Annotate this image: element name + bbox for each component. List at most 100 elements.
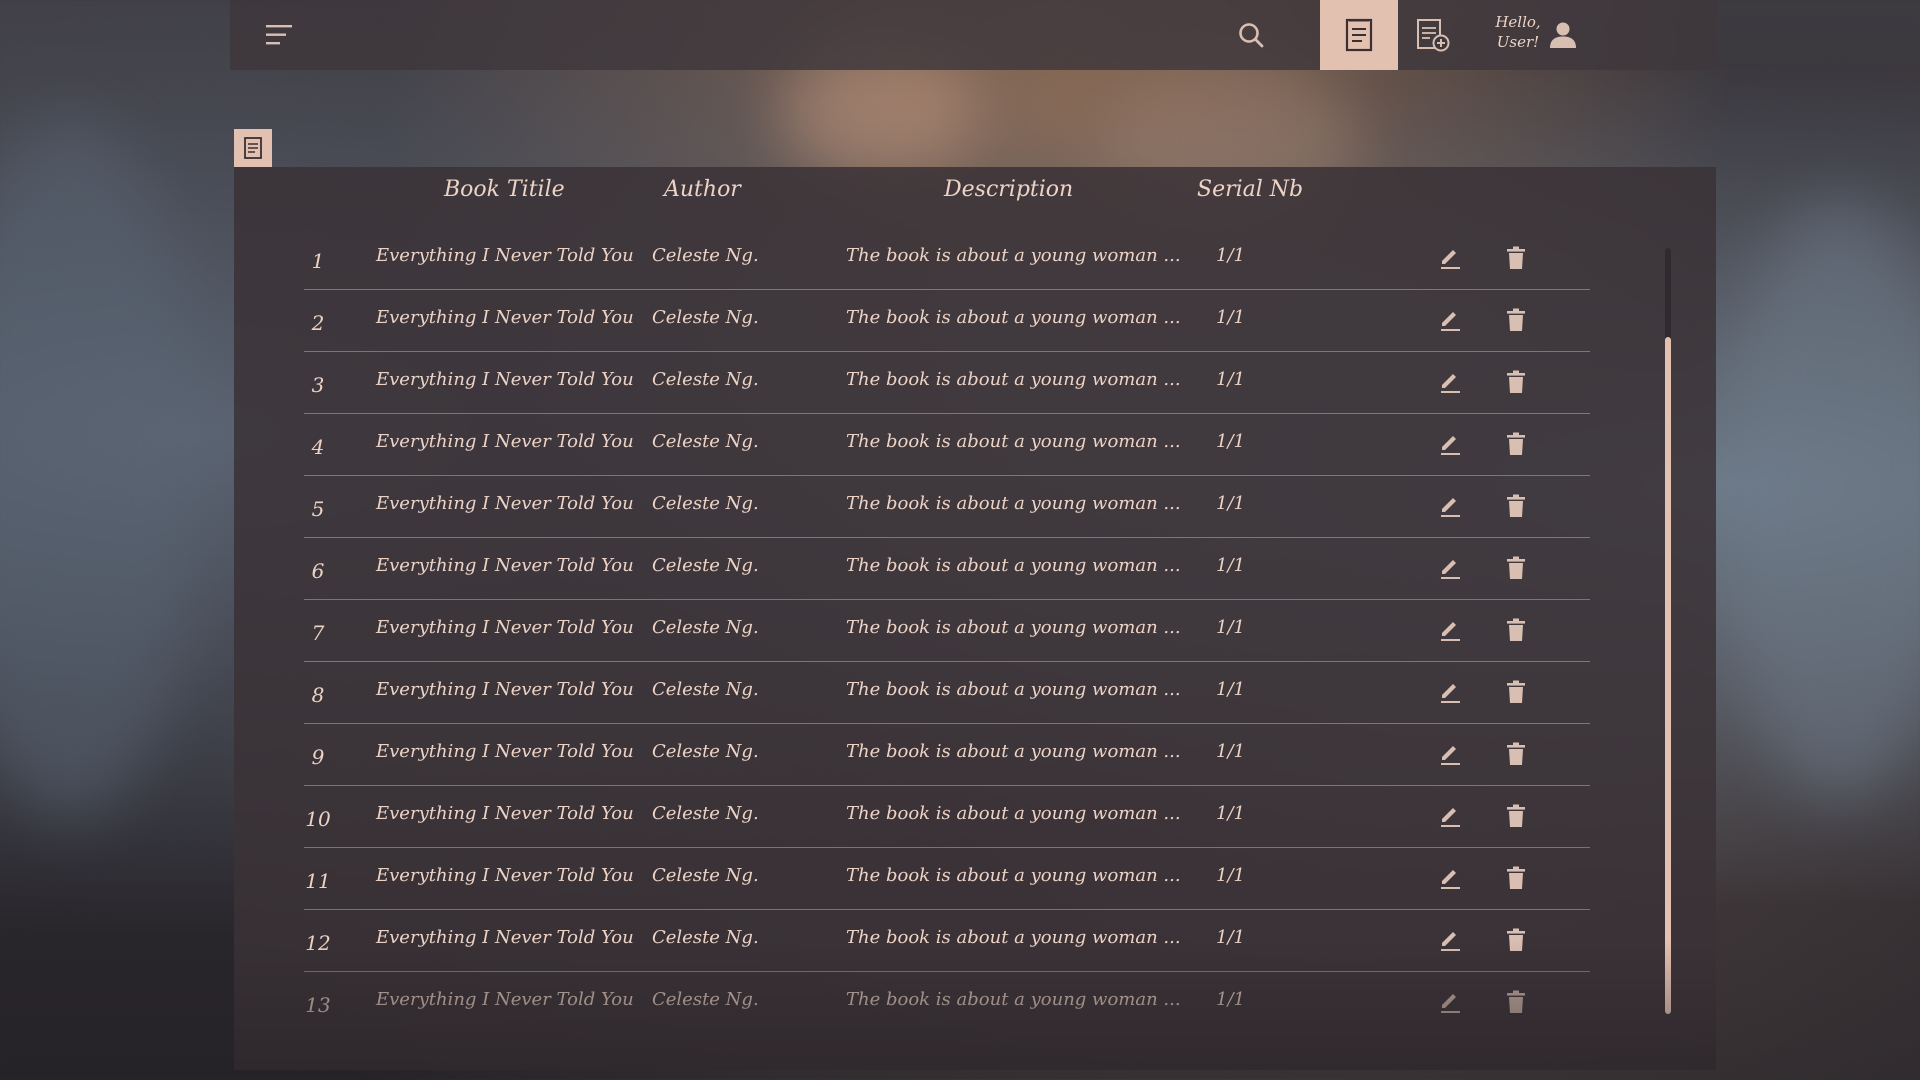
edit-button[interactable] (1435, 615, 1465, 645)
table-row[interactable]: 3 Everything I Never Told You Celeste Ng. T… (304, 351, 1590, 414)
row-number: 11 (305, 869, 331, 893)
table-row[interactable]: 12 Everything I Never Told You Celeste Ng.… (304, 909, 1590, 972)
serial-cell: 1/1 (1216, 493, 1245, 514)
delete-icon (1507, 370, 1525, 393)
delete-button[interactable] (1501, 987, 1531, 1017)
description-cell: The book is about a young woman ... (846, 989, 1181, 1010)
delete-button[interactable] (1501, 801, 1531, 831)
row-number: 10 (305, 807, 331, 831)
column-header-description: Description (944, 177, 1074, 202)
delete-button[interactable] (1501, 863, 1531, 893)
edit-button[interactable] (1435, 243, 1465, 273)
author-cell: Celeste Ng. (652, 493, 759, 514)
table-row[interactable]: 2 Everything I Never Told You Celeste Ng. T… (304, 289, 1590, 352)
row-number: 6 (311, 559, 325, 583)
serial-cell: 1/1 (1216, 555, 1245, 576)
menu-icon (266, 25, 292, 45)
table-row[interactable]: 11 Everything I Never Told You Celeste Ng.… (304, 847, 1590, 910)
greeting-line-1: Hello, (1495, 13, 1541, 31)
search-button[interactable] (1230, 14, 1272, 56)
table-row[interactable]: 6 Everything I Never Told You Celeste Ng. T… (304, 537, 1590, 600)
delete-button[interactable] (1501, 615, 1531, 645)
delete-icon (1507, 308, 1525, 331)
delete-icon (1507, 804, 1525, 827)
author-cell: Celeste Ng. (652, 865, 759, 886)
greeting-line-2: User! (1496, 33, 1540, 51)
delete-icon (1507, 866, 1525, 889)
serial-cell: 1/1 (1216, 307, 1245, 328)
books-list-button[interactable] (1320, 0, 1398, 70)
serial-cell: 1/1 (1216, 245, 1245, 266)
edit-icon (1441, 436, 1460, 455)
book-title-cell: Everything I Never Told You (376, 555, 634, 576)
edit-button[interactable] (1435, 305, 1465, 335)
table-row[interactable]: 7 Everything I Never Told You Celeste Ng. T… (304, 599, 1590, 662)
panel-tab[interactable] (234, 129, 272, 167)
edit-button[interactable] (1435, 491, 1465, 521)
background-blur (1720, 200, 1920, 800)
row-number: 4 (311, 435, 325, 459)
user-profile-button[interactable] (1544, 16, 1582, 54)
edit-button[interactable] (1435, 925, 1465, 955)
edit-button[interactable] (1435, 553, 1465, 583)
description-cell: The book is about a young woman ... (846, 245, 1181, 266)
description-cell: The book is about a young woman ... (846, 307, 1181, 328)
edit-button[interactable] (1435, 739, 1465, 769)
delete-button[interactable] (1501, 243, 1531, 273)
top-navigation-bar: Hello, User! (230, 0, 1717, 70)
row-number: 12 (305, 931, 331, 955)
delete-button[interactable] (1501, 677, 1531, 707)
edit-button[interactable] (1435, 801, 1465, 831)
table-row[interactable]: 4 Everything I Never Told You Celeste Ng. T… (304, 413, 1590, 476)
table-row[interactable]: 13 Everything I Never Told You Celeste Ng.… (304, 971, 1590, 1027)
table-row[interactable]: 9 Everything I Never Told You Celeste Ng. T… (304, 723, 1590, 786)
edit-icon (1441, 684, 1460, 703)
edit-icon (1441, 312, 1460, 331)
row-number: 8 (311, 683, 325, 707)
menu-button[interactable] (258, 14, 300, 56)
edit-button[interactable] (1435, 987, 1465, 1017)
delete-button[interactable] (1501, 491, 1531, 521)
serial-cell: 1/1 (1216, 679, 1245, 700)
author-cell: Celeste Ng. (652, 431, 759, 452)
edit-button[interactable] (1435, 367, 1465, 397)
serial-cell: 1/1 (1216, 865, 1245, 886)
edit-button[interactable] (1435, 863, 1465, 893)
author-cell: Celeste Ng. (652, 803, 759, 824)
book-title-cell: Everything I Never Told You (376, 679, 634, 700)
table-row[interactable]: 10 Everything I Never Told You Celeste Ng.… (304, 785, 1590, 848)
book-title-cell: Everything I Never Told You (376, 431, 634, 452)
author-cell: Celeste Ng. (652, 245, 759, 266)
edit-button[interactable] (1435, 677, 1465, 707)
row-number: 9 (311, 745, 325, 769)
add-book-button[interactable] (1398, 0, 1468, 70)
delete-button[interactable] (1501, 553, 1531, 583)
table-row[interactable]: 5 Everything I Never Told You Celeste Ng. T… (304, 475, 1590, 538)
author-cell: Celeste Ng. (652, 741, 759, 762)
description-cell: The book is about a young woman ... (846, 865, 1181, 886)
serial-cell: 1/1 (1216, 927, 1245, 948)
delete-button[interactable] (1501, 305, 1531, 335)
user-greeting: Hello, User! (1488, 12, 1548, 52)
delete-icon (1507, 556, 1525, 579)
delete-button[interactable] (1501, 367, 1531, 397)
book-title-cell: Everything I Never Told You (376, 493, 634, 514)
delete-button[interactable] (1501, 739, 1531, 769)
edit-button[interactable] (1435, 429, 1465, 459)
column-header-author: Author (664, 177, 741, 202)
table-row[interactable]: 8 Everything I Never Told You Celeste Ng. T… (304, 661, 1590, 724)
edit-icon (1441, 870, 1460, 889)
delete-button[interactable] (1501, 925, 1531, 955)
row-number: 3 (311, 373, 325, 397)
book-title-cell: Everything I Never Told You (376, 369, 634, 390)
edit-icon (1441, 250, 1460, 269)
author-cell: Celeste Ng. (652, 679, 759, 700)
delete-icon (1507, 742, 1525, 765)
book-title-cell: Everything I Never Told You (376, 989, 634, 1010)
delete-button[interactable] (1501, 429, 1531, 459)
row-number: 7 (311, 621, 325, 645)
description-cell: The book is about a young woman ... (846, 679, 1181, 700)
table-row[interactable]: 1 Everything I Never Told You Celeste Ng. T… (304, 227, 1590, 290)
scrollbar-thumb[interactable] (1665, 337, 1671, 1014)
serial-cell: 1/1 (1216, 617, 1245, 638)
